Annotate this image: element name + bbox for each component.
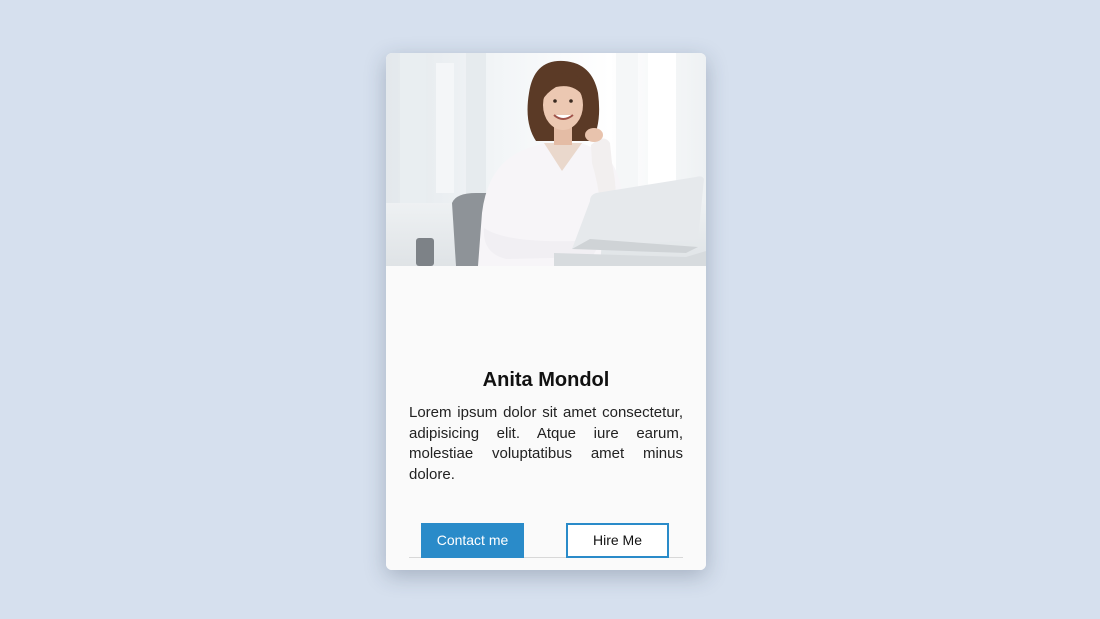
profile-name: Anita Mondol	[482, 369, 610, 391]
profile-bio: Lorem ipsum dolor sit amet consectetur, …	[409, 404, 683, 483]
contact-me-button[interactable]: Contact me	[421, 523, 524, 558]
profile-photo	[386, 53, 706, 266]
profile-card: Anita Mondol Lorem ipsum dolor sit amet …	[386, 53, 706, 570]
hire-me-button[interactable]: Hire Me	[566, 523, 669, 558]
